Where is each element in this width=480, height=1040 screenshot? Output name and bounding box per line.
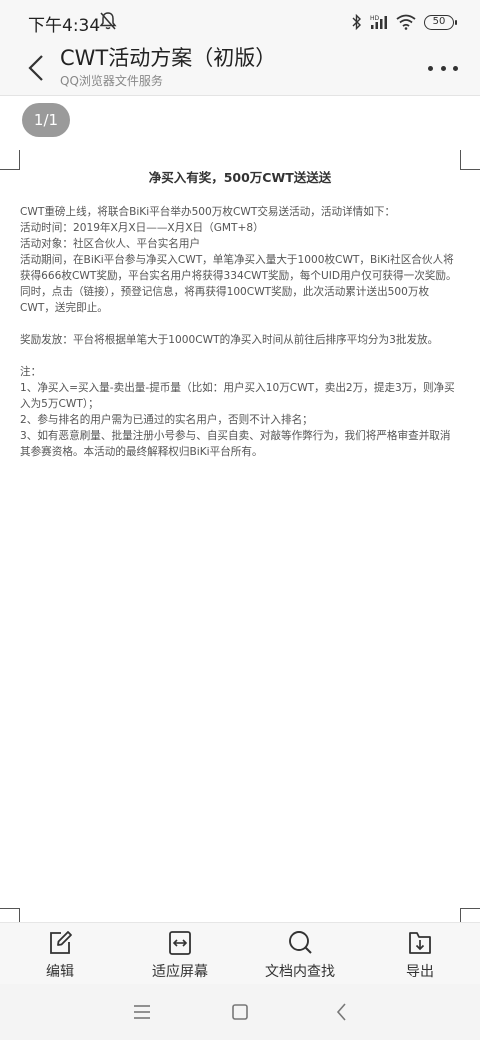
document-paragraph: CWT重磅上线，将联合BiKi平台举办500万枚CWT交易送活动，活动详情如下： — [20, 206, 396, 218]
status-bar: 下午4:34 HD 50 — [0, 0, 480, 42]
edit-icon — [50, 931, 72, 954]
system-nav-bar — [0, 984, 480, 1040]
status-icons: HD 50 — [352, 12, 457, 32]
fit-screen-button[interactable]: 适应屏幕 — [130, 929, 230, 981]
page-title: CWT活动方案（初版） — [60, 46, 277, 70]
bluetooth-icon — [352, 14, 361, 30]
find-in-document-button[interactable]: 文档内查找 — [250, 929, 350, 981]
document-content: 净买入有奖，500万CWT送送送 CWT重磅上线，将联合BiKi平台举办500万… — [20, 165, 460, 460]
home-icon[interactable] — [228, 1000, 252, 1024]
page-subtitle: QQ浏览器文件服务 — [60, 74, 163, 88]
more-dot-icon — [440, 65, 446, 71]
menu-icon[interactable] — [130, 1000, 154, 1024]
page-indicator: 1/1 — [22, 103, 70, 137]
fit-screen-icon — [169, 931, 191, 955]
edit-button[interactable]: 编辑 — [10, 929, 110, 981]
search-icon — [289, 931, 312, 954]
more-options-button[interactable] — [428, 58, 458, 78]
signal-icon: HD — [370, 15, 387, 29]
status-time: 下午4:34 — [28, 16, 101, 36]
document-paragraph: 1、净买入=买入量-卖出量-提币量（比如：用户买入10万CWT，卖出2万，提走3… — [20, 382, 455, 410]
export-icon — [409, 932, 431, 954]
back-button[interactable] — [20, 48, 52, 88]
document-paragraph: 活动时间：2019年X月X日——X月X日（GMT+8） — [20, 222, 264, 234]
back-icon[interactable] — [330, 1000, 354, 1024]
battery-icon: 50 — [424, 14, 457, 30]
title-bar: CWT活动方案（初版） QQ浏览器文件服务 — [0, 42, 480, 96]
page-corner-mark — [0, 150, 20, 170]
page-corner-mark — [460, 150, 480, 170]
more-dot-icon — [453, 65, 458, 71]
more-dot-icon — [428, 65, 433, 71]
export-button[interactable]: 导出 — [370, 929, 470, 981]
svg-text:HD: HD — [370, 15, 380, 22]
document-heading: 净买入有奖，500万CWT送送送 — [148, 170, 332, 185]
document-paragraph: 奖励发放：平台将根据单笔大于1000CWT的净买入时间从前往后排序平均分为3批发… — [20, 334, 439, 346]
document-paragraph: 活动期间，在BiKi平台参与净买入CWT，单笔净买入量大于1000枚CWT，Bi… — [20, 254, 457, 314]
find-in-document-label: 文档内查找 — [265, 964, 335, 980]
bottom-toolbar: 编辑 适应屏幕 文档内查找 导出 — [0, 922, 480, 984]
export-label: 导出 — [406, 964, 434, 980]
edit-label: 编辑 — [46, 964, 74, 980]
document-paragraph: 3、如有恶意刷量、批量注册小号参与、自买自卖、对敲等作弊行为，我们将严格审查并取… — [20, 430, 451, 458]
chevron-left-icon — [28, 55, 43, 81]
document-paragraph: 活动对象：社区合伙人、平台实名用户 — [20, 238, 201, 250]
wifi-icon — [396, 14, 416, 30]
fit-screen-label: 适应屏幕 — [152, 964, 208, 980]
document-paragraph: 2、参与排名的用户需为已通过的实名用户，否则不计入排名； — [20, 414, 313, 426]
mute-icon — [99, 12, 117, 30]
document-paragraph: 注： — [20, 366, 42, 378]
